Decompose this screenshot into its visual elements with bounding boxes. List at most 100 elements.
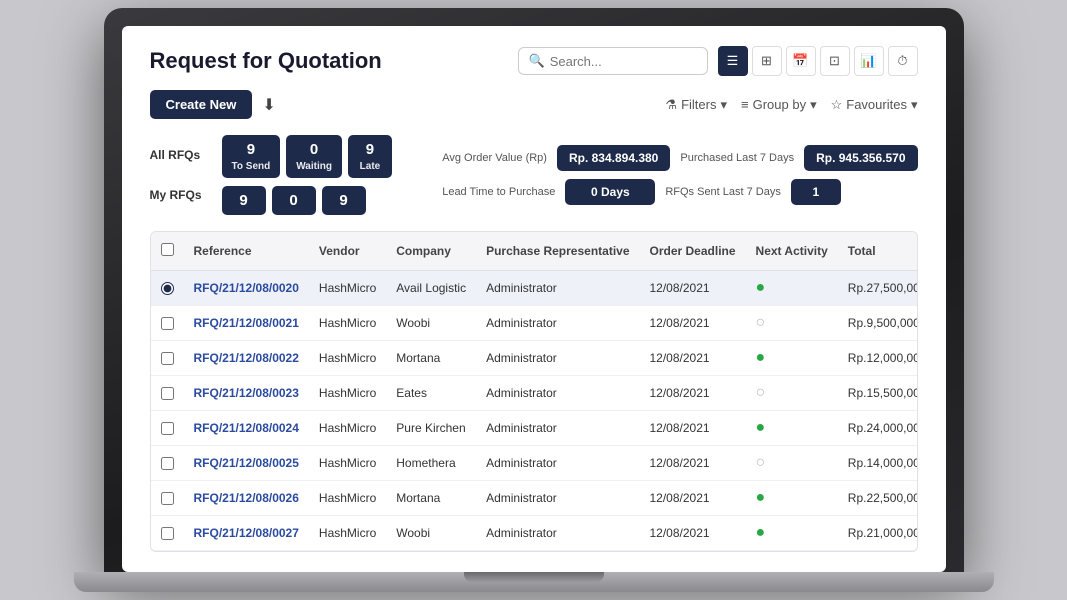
view-list-button[interactable]: ☰	[718, 46, 748, 76]
col-vendor: Vendor	[309, 232, 386, 271]
cell-reference: RFQ/21/12/08/0026	[184, 481, 309, 516]
table-row[interactable]: RFQ/21/12/08/0021 HashMicro Woobi Admini…	[151, 306, 918, 341]
create-new-button[interactable]: Create New	[150, 90, 253, 119]
view-kanban-button[interactable]: ⊞	[752, 46, 782, 76]
table-header: Reference Vendor Company Purchase Repres…	[151, 232, 918, 271]
cell-reference: RFQ/21/12/08/0021	[184, 306, 309, 341]
activity-gray-icon: ○	[756, 314, 766, 331]
cell-deadline: 12/08/2021	[640, 271, 746, 306]
cell-check[interactable]	[151, 306, 184, 341]
activity-gray-icon: ○	[756, 454, 766, 471]
row-checkbox[interactable]	[161, 317, 174, 330]
view-activity-button[interactable]: ⏱	[888, 46, 918, 76]
header-right: 🔍 ☰ ⊞ 📅 ⊡ 📊 ⏱	[518, 46, 918, 76]
cell-total: Rp.22,500,000	[838, 481, 918, 516]
avg-order-value: Rp. 834.894.380	[557, 145, 670, 171]
activity-green-icon: ●	[756, 524, 766, 541]
cell-total: Rp.9,500,000	[838, 306, 918, 341]
page-title: Request for Quotation	[150, 48, 382, 74]
cell-deadline: 12/08/2021	[640, 411, 746, 446]
cell-check[interactable]	[151, 341, 184, 376]
lead-time-label: Lead Time to Purchase	[442, 186, 555, 198]
row-checkbox[interactable]	[161, 457, 174, 470]
table-row[interactable]: RFQ/21/12/08/0020 HashMicro Avail Logist…	[151, 271, 918, 306]
row-checkbox[interactable]	[161, 527, 174, 540]
view-pivot-button[interactable]: ⊡	[820, 46, 850, 76]
cell-check[interactable]	[151, 446, 184, 481]
row-checkbox[interactable]	[161, 352, 174, 365]
cell-total: Rp.12,000,000	[838, 341, 918, 376]
cell-vendor: HashMicro	[309, 271, 386, 306]
groupby-label: Group by	[753, 97, 806, 112]
cell-deadline: 12/08/2021	[640, 481, 746, 516]
cell-company: Eates	[386, 376, 476, 411]
row-radio[interactable]	[161, 282, 174, 295]
all-rfqs-stats: 9To Send 0Waiting 9Late	[222, 135, 392, 178]
purchased-value: Rp. 945.356.570	[804, 145, 917, 171]
to-send-button[interactable]: 9To Send	[222, 135, 281, 178]
cell-deadline: 12/08/2021	[640, 341, 746, 376]
download-button[interactable]: ⬇	[262, 95, 275, 115]
activity-green-icon: ●	[756, 489, 766, 506]
cell-check[interactable]	[151, 516, 184, 551]
cell-rep: Administrator	[476, 411, 639, 446]
my-rfqs-label: My RFQs	[150, 179, 202, 211]
search-box[interactable]: 🔍	[518, 47, 708, 75]
col-checkbox	[151, 232, 184, 271]
my-waiting-button[interactable]: 0	[272, 186, 316, 215]
activity-green-icon: ●	[756, 419, 766, 436]
rfqs-sent-value: 1	[791, 179, 841, 205]
waiting-button[interactable]: 0Waiting	[286, 135, 342, 178]
my-to-send-button[interactable]: 9	[222, 186, 266, 215]
cell-reference: RFQ/21/12/08/0023	[184, 376, 309, 411]
late-button[interactable]: 9Late	[348, 135, 392, 178]
cell-rep: Administrator	[476, 481, 639, 516]
stats-row: All RFQs My RFQs 9To Send 0Waiting 9Late…	[150, 135, 918, 215]
laptop-notch	[464, 572, 604, 582]
view-calendar-button[interactable]: 📅	[786, 46, 816, 76]
row-checkbox[interactable]	[161, 492, 174, 505]
kpi-row-1: Avg Order Value (Rp) Rp. 834.894.380 Pur…	[442, 145, 917, 171]
col-reference: Reference	[184, 232, 309, 271]
filters-action[interactable]: ⚗ Filters ▾	[665, 97, 727, 113]
cell-company: Mortana	[386, 341, 476, 376]
row-checkbox[interactable]	[161, 422, 174, 435]
table-row[interactable]: RFQ/21/12/08/0027 HashMicro Woobi Admini…	[151, 516, 918, 551]
row-checkbox[interactable]	[161, 387, 174, 400]
toolbar-row: Create New ⬇ ⚗ Filters ▾ ≡ Group by ▾	[150, 90, 918, 119]
cell-activity: ●	[746, 271, 838, 306]
cell-activity: ○	[746, 306, 838, 341]
table-row[interactable]: RFQ/21/12/08/0025 HashMicro Homethera Ad…	[151, 446, 918, 481]
rfq-labels: All RFQs My RFQs	[150, 139, 202, 211]
my-late-button[interactable]: 9	[322, 186, 366, 215]
cell-rep: Administrator	[476, 376, 639, 411]
table-row[interactable]: RFQ/21/12/08/0026 HashMicro Mortana Admi…	[151, 481, 918, 516]
cell-check[interactable]	[151, 411, 184, 446]
col-company: Company	[386, 232, 476, 271]
view-graph-button[interactable]: 📊	[854, 46, 884, 76]
cell-company: Woobi	[386, 306, 476, 341]
kpi-row-2: Lead Time to Purchase 0 Days RFQs Sent L…	[442, 179, 917, 205]
avg-order-label: Avg Order Value (Rp)	[442, 152, 547, 164]
groupby-action[interactable]: ≡ Group by ▾	[741, 97, 817, 113]
cell-check[interactable]	[151, 376, 184, 411]
table-row[interactable]: RFQ/21/12/08/0022 HashMicro Mortana Admi…	[151, 341, 918, 376]
cell-vendor: HashMicro	[309, 341, 386, 376]
table-row[interactable]: RFQ/21/12/08/0023 HashMicro Eates Admini…	[151, 376, 918, 411]
stat-groups: 9To Send 0Waiting 9Late 9 0 9	[222, 135, 392, 215]
cell-vendor: HashMicro	[309, 411, 386, 446]
select-all-checkbox[interactable]	[161, 243, 174, 256]
cell-check[interactable]	[151, 271, 184, 306]
table-row[interactable]: RFQ/21/12/08/0024 HashMicro Pure Kirchen…	[151, 411, 918, 446]
laptop-base	[74, 572, 994, 592]
cell-reference: RFQ/21/12/08/0022	[184, 341, 309, 376]
cell-vendor: HashMicro	[309, 516, 386, 551]
cell-total: Rp.21,000,000	[838, 516, 918, 551]
cell-check[interactable]	[151, 481, 184, 516]
search-input[interactable]	[550, 54, 697, 69]
kpi-section: Avg Order Value (Rp) Rp. 834.894.380 Pur…	[442, 145, 917, 205]
view-icons: ☰ ⊞ 📅 ⊡ 📊 ⏱	[718, 46, 918, 76]
cell-rep: Administrator	[476, 271, 639, 306]
favourites-action[interactable]: ☆ Favourites ▾	[831, 97, 918, 113]
favourites-label: Favourites	[846, 97, 907, 112]
